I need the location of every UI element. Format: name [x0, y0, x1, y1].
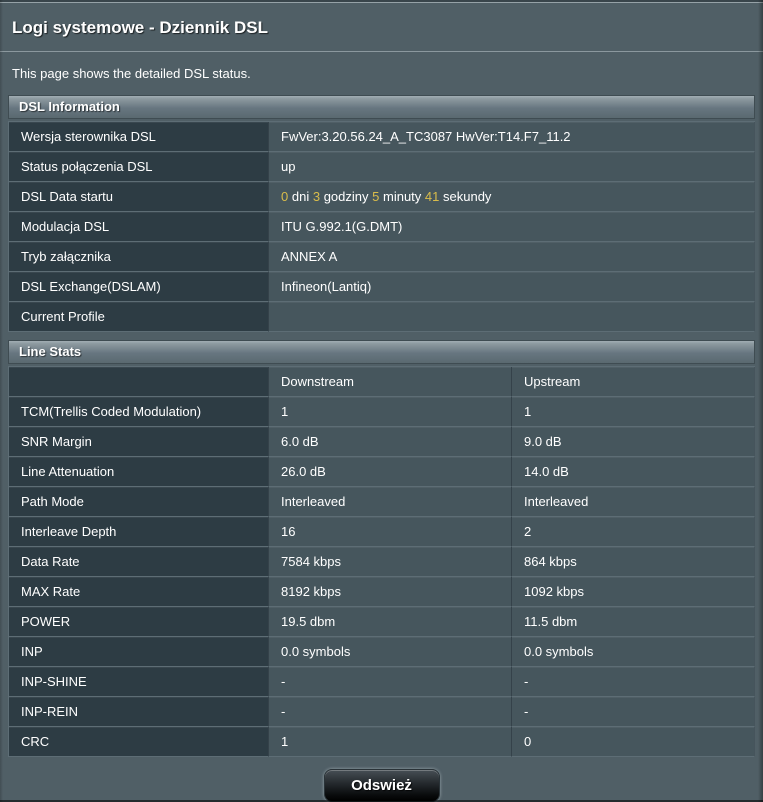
page-title: Logi systemowe - Dziennik DSL — [0, 3, 763, 52]
uptime-hours-label: godziny — [324, 189, 369, 204]
table-row: SNR Margin 6.0 dB 9.0 dB — [9, 427, 755, 457]
cell-upstream: 864 kbps — [512, 547, 755, 577]
cell-upstream: 14.0 dB — [512, 457, 755, 487]
row-label: DSL Exchange(DSLAM) — [9, 272, 269, 302]
cell-upstream: 2 — [512, 517, 755, 547]
table-row: DSL Data startu 0 dni 3 godziny 5 minuty… — [9, 182, 755, 212]
row-label: POWER — [9, 607, 269, 637]
uptime-hours-value: 3 — [313, 189, 320, 204]
row-label: INP-SHINE — [9, 667, 269, 697]
row-value: Infineon(Lantiq) — [269, 272, 755, 302]
col-header-downstream: Downstream — [269, 367, 512, 397]
table-row: DSL Exchange(DSLAM) Infineon(Lantiq) — [9, 272, 755, 302]
uptime-minutes-label: minuty — [383, 189, 421, 204]
cell-downstream: 7584 kbps — [269, 547, 512, 577]
cell-downstream: 19.5 dbm — [269, 607, 512, 637]
dsl-log-page: Logi systemowe - Dziennik DSL This page … — [0, 0, 763, 802]
table-row: POWER 19.5 dbm 11.5 dbm — [9, 607, 755, 637]
cell-upstream: 1 — [512, 397, 755, 427]
row-label: Path Mode — [9, 487, 269, 517]
cell-downstream: Interleaved — [269, 487, 512, 517]
cell-downstream: - — [269, 697, 512, 727]
cell-downstream: - — [269, 667, 512, 697]
page-description: This page shows the detailed DSL status. — [0, 52, 763, 95]
row-value: ITU G.992.1(G.DMT) — [269, 212, 755, 242]
row-label: Modulacja DSL — [9, 212, 269, 242]
dsl-information-table: Wersja sterownika DSL FwVer:3.20.56.24_A… — [8, 121, 755, 332]
row-label: Current Profile — [9, 302, 269, 332]
cell-downstream: 1 — [269, 727, 512, 757]
row-label: Line Attenuation — [9, 457, 269, 487]
table-row: CRC 1 0 — [9, 727, 755, 757]
row-value — [269, 302, 755, 332]
row-value: FwVer:3.20.56.24_A_TC3087 HwVer:T14.F7_1… — [269, 122, 755, 152]
row-label: Tryb załącznika — [9, 242, 269, 272]
table-row: Current Profile — [9, 302, 755, 332]
refresh-button[interactable]: Odswież — [324, 769, 440, 802]
cell-downstream: 0.0 symbols — [269, 637, 512, 667]
col-header-upstream: Upstream — [512, 367, 755, 397]
section-title-line-stats: Line Stats — [8, 340, 755, 364]
row-label: SNR Margin — [9, 427, 269, 457]
uptime-days-value: 0 — [281, 189, 288, 204]
corner-header-cell — [9, 367, 269, 397]
cell-downstream: 16 — [269, 517, 512, 547]
table-header-row: Downstream Upstream — [9, 367, 755, 397]
row-label: DSL Data startu — [9, 182, 269, 212]
cell-downstream: 8192 kbps — [269, 577, 512, 607]
table-row: INP-SHINE - - — [9, 667, 755, 697]
row-label: Status połączenia DSL — [9, 152, 269, 182]
row-label: Wersja sterownika DSL — [9, 122, 269, 152]
section-title-dsl-information: DSL Information — [8, 95, 755, 119]
row-label: MAX Rate — [9, 577, 269, 607]
uptime-seconds-value: 41 — [425, 189, 439, 204]
row-value-uptime: 0 dni 3 godziny 5 minuty 41 sekundy — [269, 182, 755, 212]
cell-upstream: - — [512, 667, 755, 697]
cell-upstream: 1092 kbps — [512, 577, 755, 607]
cell-upstream: 0 — [512, 727, 755, 757]
table-row: Tryb załącznika ANNEX A — [9, 242, 755, 272]
button-row: Odswież — [8, 757, 755, 802]
table-row: Wersja sterownika DSL FwVer:3.20.56.24_A… — [9, 122, 755, 152]
table-row: Modulacja DSL ITU G.992.1(G.DMT) — [9, 212, 755, 242]
table-row: Line Attenuation 26.0 dB 14.0 dB — [9, 457, 755, 487]
cell-upstream: 9.0 dB — [512, 427, 755, 457]
uptime-minutes-value: 5 — [372, 189, 379, 204]
row-label: INP-REIN — [9, 697, 269, 727]
table-row: Path Mode Interleaved Interleaved — [9, 487, 755, 517]
uptime-days-label: dni — [292, 189, 309, 204]
section-dsl-information: DSL Information Wersja sterownika DSL Fw… — [8, 95, 755, 332]
table-row: TCM(Trellis Coded Modulation) 1 1 — [9, 397, 755, 427]
table-row: Interleave Depth 16 2 — [9, 517, 755, 547]
line-stats-table: Downstream Upstream TCM(Trellis Coded Mo… — [8, 366, 755, 757]
row-label: Interleave Depth — [9, 517, 269, 547]
row-label: CRC — [9, 727, 269, 757]
table-row: Status połączenia DSL up — [9, 152, 755, 182]
section-line-stats: Line Stats Downstream Upstream TCM(Trell… — [8, 340, 755, 757]
row-value: ANNEX A — [269, 242, 755, 272]
cell-upstream: 11.5 dbm — [512, 607, 755, 637]
cell-downstream: 1 — [269, 397, 512, 427]
page-content: DSL Information Wersja sterownika DSL Fw… — [0, 95, 763, 802]
row-label: TCM(Trellis Coded Modulation) — [9, 397, 269, 427]
cell-downstream: 6.0 dB — [269, 427, 512, 457]
table-row: INP-REIN - - — [9, 697, 755, 727]
cell-upstream: Interleaved — [512, 487, 755, 517]
row-label: INP — [9, 637, 269, 667]
row-label: Data Rate — [9, 547, 269, 577]
cell-upstream: - — [512, 697, 755, 727]
table-row: Data Rate 7584 kbps 864 kbps — [9, 547, 755, 577]
cell-downstream: 26.0 dB — [269, 457, 512, 487]
cell-upstream: 0.0 symbols — [512, 637, 755, 667]
table-row: MAX Rate 8192 kbps 1092 kbps — [9, 577, 755, 607]
table-row: INP 0.0 symbols 0.0 symbols — [9, 637, 755, 667]
uptime-seconds-label: sekundy — [443, 189, 491, 204]
row-value: up — [269, 152, 755, 182]
